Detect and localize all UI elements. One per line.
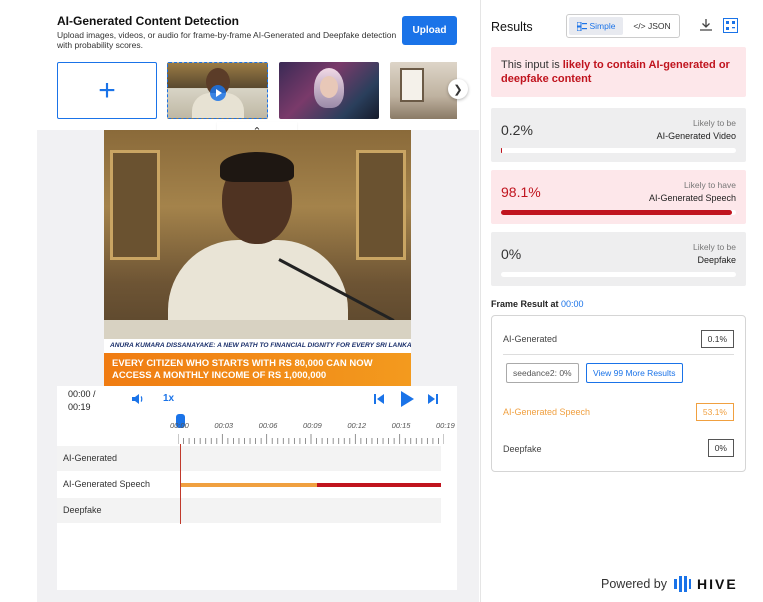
- timeline-tick-label: 00:19: [436, 421, 455, 430]
- timeline-tick-label: 00:09: [303, 421, 322, 430]
- skip-forward-icon[interactable]: [427, 392, 439, 406]
- video-lower-third: ANURA KUMARA DISSANAYAKE: A NEW PATH TO …: [104, 339, 411, 353]
- score-card-ai-video: 0.2% Likely to be AI-Generated Video: [491, 108, 746, 162]
- view-json-button[interactable]: </> JSON: [625, 15, 679, 37]
- track-deepfake[interactable]: Deepfake: [57, 498, 441, 523]
- frame-deepfake-label: Deepfake: [503, 444, 542, 454]
- frame-ai-generated-value: 0.1%: [700, 330, 734, 348]
- download-icon[interactable]: [699, 18, 713, 32]
- thumbnail-sample-image[interactable]: [279, 62, 379, 119]
- score-card-deepfake: 0% Likely to be Deepfake: [491, 232, 746, 286]
- view-simple-button[interactable]: Simple: [569, 17, 623, 35]
- player-controls: 00:00 / 00:19 1x 00:00 00:03 00:06 00:09 00:…: [57, 386, 457, 590]
- skip-back-icon[interactable]: [373, 392, 385, 406]
- score-card-ai-speech: 98.1% Likely to have AI-Generated Speech: [491, 170, 746, 224]
- play-icon[interactable]: [399, 390, 415, 408]
- view-toggle: Simple </> JSON: [566, 14, 680, 38]
- video-frame[interactable]: ANURA KUMARA DISSANAYAKE: A NEW PATH TO …: [104, 130, 411, 386]
- brand-name: HIVE: [697, 576, 738, 592]
- play-icon: [210, 85, 226, 101]
- score-bar: [501, 210, 736, 215]
- timeline-ticks[interactable]: [178, 434, 444, 444]
- score-value: 0.2%: [501, 122, 533, 138]
- page-title: AI-Generated Content Detection: [57, 14, 240, 28]
- timeline-tick-label: 00:06: [258, 421, 278, 430]
- score-bar: [501, 148, 736, 153]
- qr-icon[interactable]: [723, 18, 738, 33]
- upload-panel: AI-Generated Content Detection Upload im…: [0, 0, 480, 602]
- plus-icon: +: [98, 73, 116, 107]
- playhead: [180, 444, 181, 524]
- detection-alert: This input is likely to contain AI-gener…: [491, 47, 746, 97]
- speech-segment-medium: [181, 483, 317, 487]
- thumbnail-selected-video[interactable]: [167, 62, 268, 119]
- add-media-button[interactable]: +: [57, 62, 157, 119]
- page-description: Upload images, videos, or audio for fram…: [57, 30, 397, 50]
- list-icon: [576, 21, 587, 31]
- upload-button[interactable]: Upload: [402, 16, 457, 45]
- model-chip: seedance2: 0%: [506, 363, 579, 383]
- volume-icon[interactable]: [131, 392, 145, 406]
- time-display: 00:00 / 00:19: [68, 388, 112, 414]
- track-label: AI-Generated Speech: [63, 479, 151, 489]
- frame-speech-label: AI-Generated Speech: [503, 407, 591, 417]
- frame-result-label: Frame Result at 00:00: [491, 299, 584, 309]
- hive-logo-icon: [674, 576, 692, 592]
- track-ai-speech[interactable]: AI-Generated Speech: [57, 472, 441, 497]
- track-ai-generated[interactable]: AI-Generated: [57, 446, 441, 471]
- speech-segment-high: [317, 483, 441, 487]
- view-more-results-button[interactable]: View 99 More Results: [586, 363, 683, 383]
- speed-button[interactable]: 1x: [163, 393, 174, 404]
- video-banner: EVERY CITIZEN WHO STARTS WITH RS 80,000 …: [104, 353, 411, 386]
- track-label: AI-Generated: [63, 453, 118, 463]
- results-panel: Results Simple </> JSON This input is li…: [480, 0, 763, 602]
- timeline-tick-label: 00:00: [170, 421, 189, 430]
- score-bar: [501, 272, 736, 277]
- score-value: 0%: [501, 246, 522, 262]
- time-total: 00:19: [68, 402, 91, 412]
- chevron-right-icon[interactable]: ❯: [448, 79, 468, 99]
- frame-speech-value: 53.1%: [695, 403, 734, 421]
- timeline-tick-label: 00:03: [214, 421, 234, 430]
- results-title: Results: [491, 20, 533, 34]
- frame-deepfake-value: 0%: [707, 439, 734, 457]
- timeline-tick-label: 00:12: [347, 421, 367, 430]
- score-value: 98.1%: [501, 184, 541, 200]
- timeline-tick-label: 00:15: [391, 421, 411, 430]
- powered-by: Powered by HIVE: [601, 576, 738, 592]
- thumbnail-sample-interior[interactable]: [390, 62, 457, 119]
- thumbnail-strip: +: [57, 62, 457, 119]
- time-current: 00:00 /: [68, 389, 96, 399]
- track-label: Deepfake: [63, 505, 102, 515]
- frame-result-box: AI-Generated 0.1% seedance2: 0% View 99 …: [491, 315, 746, 472]
- frame-ai-generated-label: AI-Generated: [503, 334, 558, 344]
